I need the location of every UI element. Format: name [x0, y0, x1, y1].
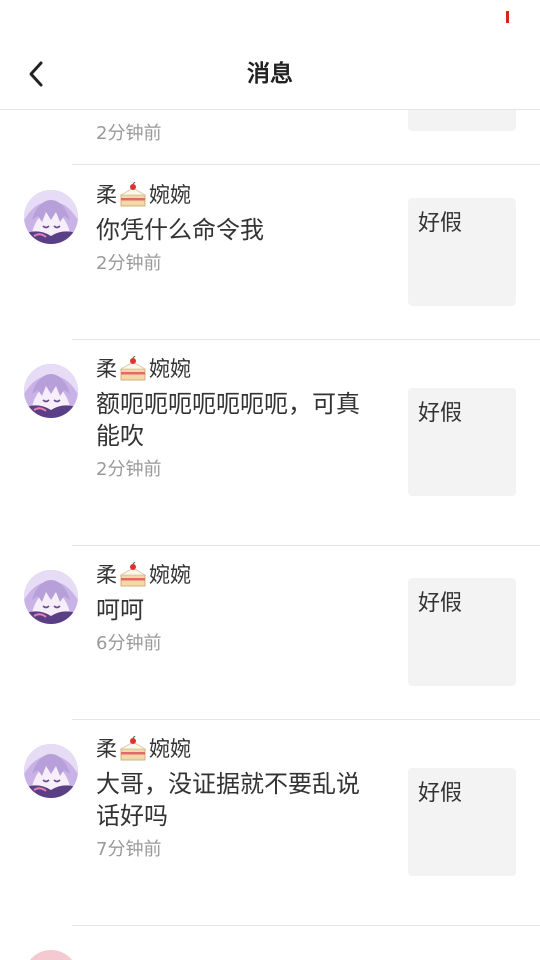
message-content: 额呃呃呃呃呃呃呃，可真能吹 — [96, 390, 360, 450]
post-thumbnail[interactable]: 好假 — [408, 768, 516, 876]
cake-icon — [120, 736, 146, 761]
username-part: 婉婉 — [149, 737, 191, 761]
message-time: 2分钟前 — [96, 459, 162, 480]
message-time: 6分钟前 — [96, 633, 162, 654]
cake-icon — [120, 562, 146, 587]
avatar[interactable] — [24, 744, 78, 798]
username[interactable]: 柔 婉婉 — [96, 182, 191, 208]
post-thumbnail[interactable]: 好假 — [408, 388, 516, 496]
chevron-left-icon — [29, 61, 43, 87]
username[interactable]: 柔 婉婉 — [96, 356, 191, 382]
username[interactable]: 柔 婉婉 — [96, 736, 191, 762]
username-part: 柔 — [96, 357, 117, 381]
message-content: 呵呵 — [96, 596, 144, 624]
thumbnail-text: 好假 — [418, 211, 463, 236]
username-part: 柔 — [96, 563, 117, 587]
cake-icon — [120, 182, 146, 207]
avatar[interactable] — [24, 190, 78, 244]
nav-bar: 消息 — [0, 40, 540, 110]
message-time: 2分钟前 — [96, 123, 162, 144]
page-title: 消息 — [247, 61, 293, 87]
post-thumbnail[interactable]: 好假 — [408, 198, 516, 306]
post-thumbnail[interactable]: 好假 — [408, 578, 516, 686]
avatar[interactable] — [24, 570, 78, 624]
cake-icon — [120, 356, 146, 381]
status-bar — [0, 0, 540, 40]
message-time: 7分钟前 — [96, 839, 162, 860]
thumbnail-text: 好假 — [418, 781, 463, 806]
message-list[interactable]: 2分钟前 柔 婉婉 你凭什么命令我 2分钟前 好假 柔 婉婉 额呃呃呃呃呃呃呃，… — [0, 110, 540, 960]
message-content: 你凭什么命令我 — [96, 216, 264, 244]
post-thumbnail[interactable] — [408, 110, 516, 131]
list-item[interactable] — [0, 926, 540, 960]
username-part: 婉婉 — [149, 183, 191, 207]
username-part: 婉婉 — [149, 357, 191, 381]
avatar[interactable] — [24, 950, 78, 960]
username-part: 柔 — [96, 737, 117, 761]
username[interactable]: 柔 婉婉 — [96, 562, 191, 588]
avatar[interactable] — [24, 364, 78, 418]
divider — [72, 164, 540, 165]
message-time: 2分钟前 — [96, 253, 162, 274]
list-item[interactable]: 2分钟前 — [0, 110, 540, 165]
back-button[interactable] — [14, 54, 58, 94]
list-item[interactable]: 柔 婉婉 额呃呃呃呃呃呃呃，可真能吹 2分钟前 好假 — [0, 340, 540, 546]
message-content: 大哥，没证据就不要乱说话好吗 — [96, 770, 360, 830]
thumbnail-text: 好假 — [418, 401, 463, 426]
list-item[interactable]: 柔 婉婉 大哥，没证据就不要乱说话好吗 7分钟前 好假 — [0, 720, 540, 926]
username-part: 婉婉 — [149, 563, 191, 587]
list-item[interactable]: 柔 婉婉 你凭什么命令我 2分钟前 好假 — [0, 166, 540, 340]
thumbnail-text: 好假 — [418, 591, 463, 616]
list-item[interactable]: 柔 婉婉 呵呵 6分钟前 好假 — [0, 546, 540, 720]
username-part: 柔 — [96, 183, 117, 207]
status-indicator — [506, 11, 509, 23]
